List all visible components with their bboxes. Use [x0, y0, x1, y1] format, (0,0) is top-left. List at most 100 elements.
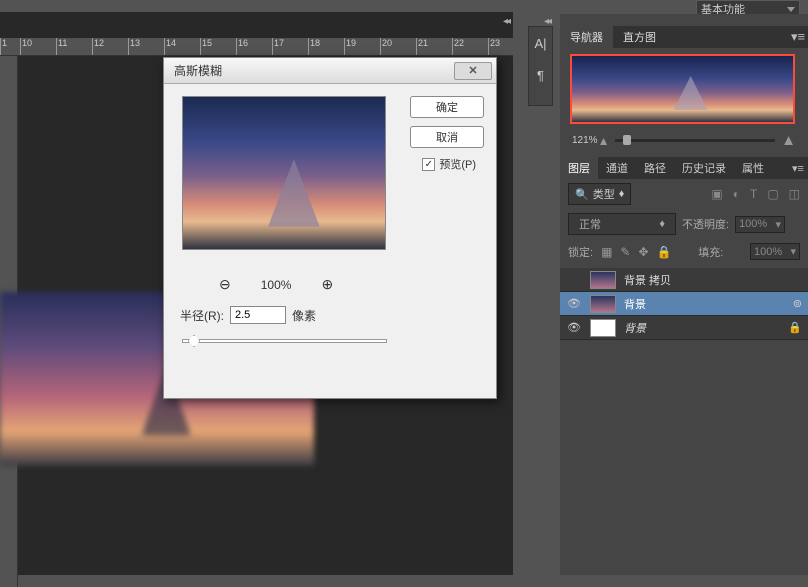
blend-mode-dropdown[interactable]: 正常 ♦: [568, 213, 676, 235]
navigator-panel: 121% ▲ ▲: [560, 48, 808, 155]
close-button[interactable]: ✕: [454, 62, 492, 80]
zoom-in-icon[interactable]: ▲: [781, 132, 796, 149]
layer-lock-row: 锁定: ▦ ✎ ✥ 🔒 填充: 100% ▾: [560, 239, 808, 264]
collapse-icon[interactable]: [548, 14, 796, 26]
layer-item[interactable]: 背景 拷贝: [560, 268, 808, 292]
ruler-tick: 23: [488, 38, 524, 55]
layers-panel-tabs: 图层 通道 路径 历史记录 属性 ▾≡: [560, 157, 808, 179]
radius-input[interactable]: [230, 306, 286, 324]
layer-name[interactable]: 背景 拷贝: [624, 272, 671, 288]
panel-menu-icon[interactable]: ▾≡: [788, 157, 808, 179]
ruler-tick: 19: [344, 38, 380, 55]
navigator-panel-tabs: 导航器 直方图 ▾≡: [560, 26, 808, 48]
layer-name[interactable]: 背景: [624, 320, 646, 336]
ruler-tick: 10: [20, 38, 56, 55]
ruler-tick: 11: [56, 38, 92, 55]
checkbox-icon: ✓: [422, 158, 435, 171]
tab-paths[interactable]: 路径: [636, 157, 674, 179]
tab-layers[interactable]: 图层: [560, 157, 598, 179]
ok-button[interactable]: 确定: [410, 96, 484, 118]
visibility-icon[interactable]: 👁: [566, 297, 582, 310]
chevron-down-icon: ▾: [776, 218, 782, 231]
filter-image-icon[interactable]: ▣: [711, 187, 722, 201]
ruler-tick: 15: [200, 38, 236, 55]
layer-name[interactable]: 背景: [624, 296, 646, 312]
lock-pixels-icon[interactable]: ▦: [601, 245, 612, 259]
chevron-down-icon: ▾: [790, 245, 796, 258]
fill-label: 填充:: [698, 244, 723, 260]
ruler-tick: 20: [380, 38, 416, 55]
side-dock: A| ¶: [528, 26, 553, 106]
tab-navigator[interactable]: 导航器: [560, 26, 613, 48]
lock-brush-icon[interactable]: ✎: [620, 245, 630, 259]
search-icon: 🔍: [575, 188, 589, 201]
opacity-input[interactable]: 100% ▾: [735, 216, 785, 233]
tab-histogram[interactable]: 直方图: [613, 26, 666, 48]
opacity-label: 不透明度:: [682, 216, 729, 232]
ruler-horizontal: 1 10 11 12 13 14 15 16 17 18 19 20 21 22…: [0, 38, 513, 56]
zoom-out-icon[interactable]: ⊖: [219, 276, 231, 293]
radius-unit: 像素: [292, 307, 316, 324]
chevron-down-icon: ♦: [619, 188, 625, 200]
collapse-icon[interactable]: ◂◂: [503, 16, 509, 27]
ruler-tick: 21: [416, 38, 452, 55]
dialog-body: 确定 取消 ✓ 预览(P) ⊖ 100% ⊕ 半径(R): 像素: [164, 84, 496, 398]
chevron-down-icon: ♦: [659, 218, 665, 230]
visibility-icon[interactable]: 👁: [566, 321, 582, 334]
slider-thumb[interactable]: [188, 335, 200, 347]
close-icon: ✕: [468, 64, 477, 77]
layer-blend-row: 正常 ♦ 不透明度: 100% ▾: [560, 209, 808, 239]
chevron-down-icon: [787, 7, 795, 12]
zoom-value: 100%: [261, 278, 292, 292]
ruler-tick: 18: [308, 38, 344, 55]
ruler-tick: 16: [236, 38, 272, 55]
fill-input[interactable]: 100% ▾: [750, 243, 800, 260]
lock-all-icon[interactable]: 🔒: [657, 245, 672, 259]
gaussian-blur-dialog: 高斯模糊 ✕ 确定 取消 ✓ 预览(P) ⊖ 100% ⊕ 半径(R): 像素: [163, 57, 497, 399]
character-panel-icon[interactable]: A|: [529, 27, 552, 59]
paragraph-panel-icon[interactable]: ¶: [529, 59, 552, 91]
cancel-button[interactable]: 取消: [410, 126, 484, 148]
layer-kind-dropdown[interactable]: 🔍 类型 ♦: [568, 183, 631, 205]
filter-text-icon[interactable]: T: [750, 187, 757, 201]
panels-area: 导航器 直方图 ▾≡ 121% ▲ ▲ 图层 通道 路径 历史记录 属性 ▾≡ …: [560, 14, 808, 575]
layer-link-icon[interactable]: ⊚: [793, 297, 802, 310]
layer-thumbnail[interactable]: [590, 319, 616, 337]
layer-thumbnail[interactable]: [590, 271, 616, 289]
ruler-tick: 12: [92, 38, 128, 55]
zoom-in-icon[interactable]: ⊕: [321, 276, 333, 293]
filter-smart-icon[interactable]: ◫: [789, 187, 800, 201]
filter-shape-icon[interactable]: ▢: [767, 187, 778, 201]
zoom-controls: ⊖ 100% ⊕: [219, 276, 333, 293]
ruler-tick: 13: [128, 38, 164, 55]
layer-item[interactable]: 👁 背景 🔒: [560, 316, 808, 340]
zoom-out-icon[interactable]: ▲: [598, 134, 610, 148]
tab-properties[interactable]: 属性: [734, 157, 772, 179]
preview-image[interactable]: [182, 96, 386, 250]
panel-menu-icon[interactable]: ▾≡: [788, 26, 808, 48]
layer-filter-row: 🔍 类型 ♦ ▣ ◐ T ▢ ◫: [560, 179, 808, 209]
layer-thumbnail[interactable]: [590, 295, 616, 313]
preview-label: 预览(P): [439, 156, 476, 172]
tab-channels[interactable]: 通道: [598, 157, 636, 179]
ruler-tick: 14: [164, 38, 200, 55]
ruler-tick: 1: [0, 38, 20, 55]
ruler-tick: 17: [272, 38, 308, 55]
slider-track: [182, 339, 387, 343]
filter-adjust-icon[interactable]: ◐: [733, 187, 740, 201]
layer-item[interactable]: 👁 背景 ⊚: [560, 292, 808, 316]
lock-icon: 🔒: [788, 321, 802, 334]
lock-position-icon[interactable]: ✥: [638, 245, 648, 259]
lock-label: 锁定:: [568, 244, 593, 260]
preview-checkbox[interactable]: ✓ 预览(P): [422, 156, 476, 172]
dialog-titlebar[interactable]: 高斯模糊 ✕: [164, 58, 496, 84]
radius-row: 半径(R): 像素: [180, 306, 316, 324]
radius-slider[interactable]: [182, 334, 387, 348]
layers-list: 背景 拷贝 👁 背景 ⊚ 👁 背景 🔒: [560, 268, 808, 340]
dialog-title: 高斯模糊: [174, 62, 222, 79]
tab-history[interactable]: 历史记录: [674, 157, 734, 179]
navigator-zoom-controls: 121% ▲ ▲: [570, 132, 798, 149]
zoom-slider[interactable]: [615, 139, 775, 142]
radius-label: 半径(R):: [180, 307, 224, 324]
navigator-thumbnail[interactable]: [570, 54, 795, 124]
